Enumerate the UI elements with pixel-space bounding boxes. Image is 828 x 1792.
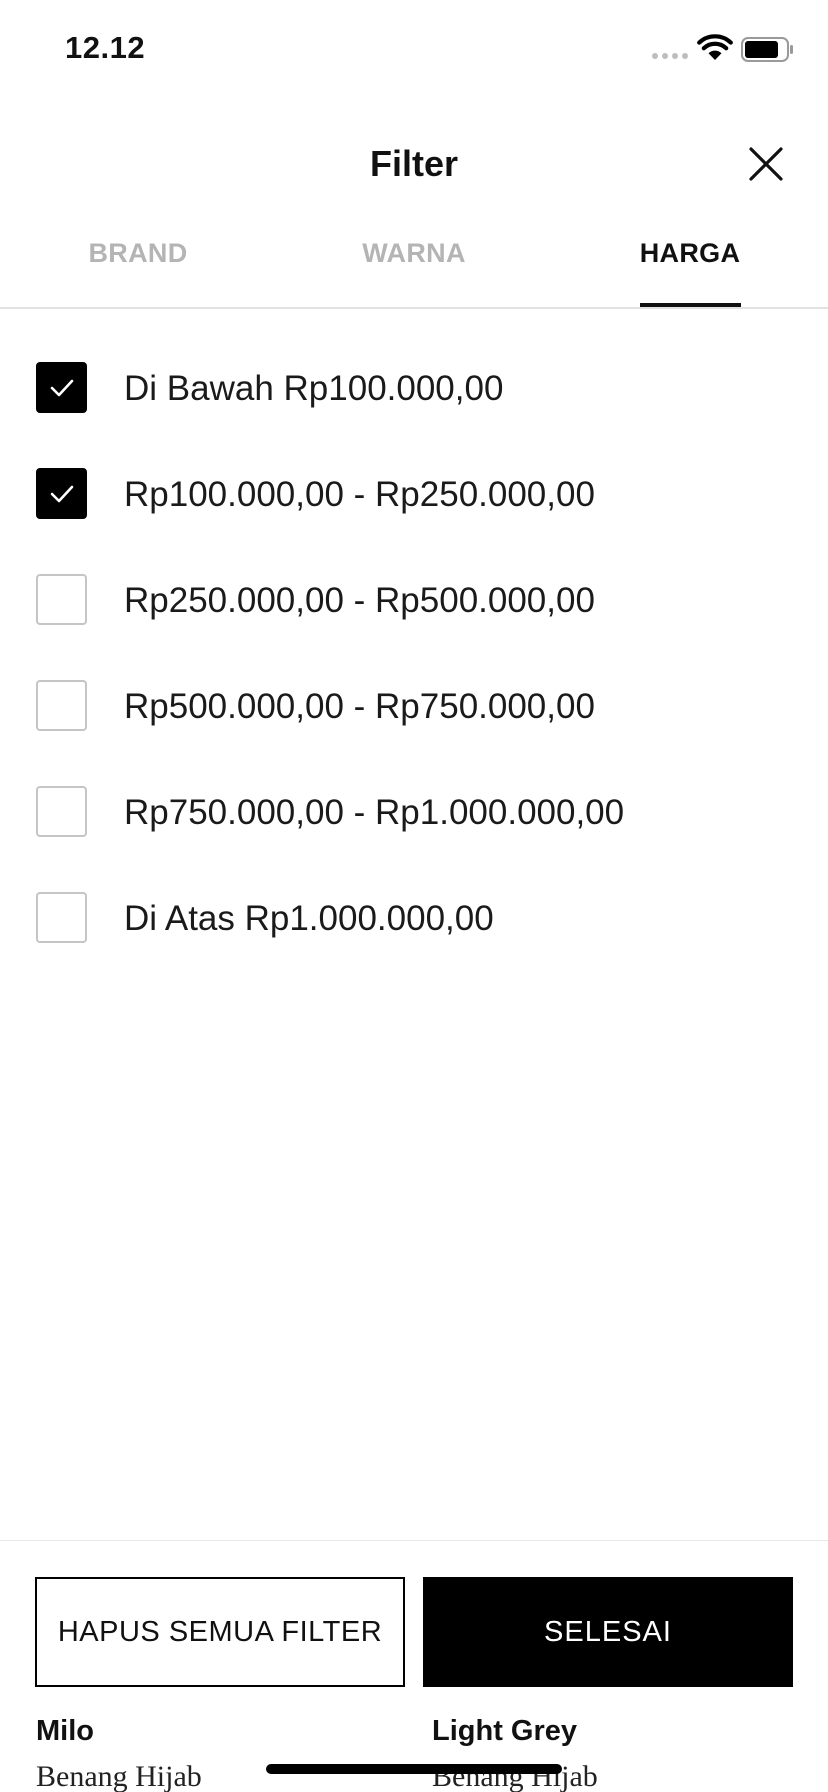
checkmark-icon	[50, 485, 74, 503]
checkbox-unchecked[interactable]	[36, 786, 87, 837]
checkbox-unchecked[interactable]	[36, 892, 87, 943]
product-name: Milo	[36, 1715, 94, 1747]
checkmark-icon	[50, 379, 74, 397]
wifi-icon	[697, 34, 733, 60]
option-label: Rp750.000,00 - Rp1.000.000,00	[124, 793, 625, 832]
active-tab-indicator	[640, 303, 741, 307]
home-indicator	[266, 1764, 562, 1774]
bottom-divider	[0, 1540, 828, 1541]
tab-warna[interactable]: WARNA	[276, 238, 552, 269]
price-option-750k-1m[interactable]: Rp750.000,00 - Rp1.000.000,00	[0, 776, 828, 846]
price-option-100k-250k[interactable]: Rp100.000,00 - Rp250.000,00	[0, 458, 828, 528]
tab-harga[interactable]: HARGA	[552, 238, 828, 269]
option-label: Di Atas Rp1.000.000,00	[124, 899, 494, 938]
filter-screen: 12.12 Filter BRAND WARNA HARGA Di Bawah …	[0, 0, 828, 1792]
checkbox-checked[interactable]	[36, 362, 87, 413]
option-label: Rp100.000,00 - Rp250.000,00	[124, 475, 595, 514]
clear-all-filters-button[interactable]: HAPUS SEMUA FILTER	[35, 1577, 405, 1687]
option-label: Rp500.000,00 - Rp750.000,00	[124, 687, 595, 726]
price-option-500k-750k[interactable]: Rp500.000,00 - Rp750.000,00	[0, 670, 828, 740]
page-title: Filter	[369, 143, 458, 184]
close-icon[interactable]	[748, 146, 784, 182]
battery-icon	[741, 37, 793, 62]
price-option-250k-500k[interactable]: Rp250.000,00 - Rp500.000,00	[0, 564, 828, 634]
product-brand: Benang Hijab	[36, 1760, 202, 1792]
product-name: Light Grey	[432, 1715, 578, 1747]
filter-tabs: BRAND WARNA HARGA	[0, 225, 828, 309]
price-option-under-100k[interactable]: Di Bawah Rp100.000,00	[0, 352, 828, 422]
option-label: Rp250.000,00 - Rp500.000,00	[124, 581, 595, 620]
price-option-above-1m[interactable]: Di Atas Rp1.000.000,00	[0, 882, 828, 952]
status-time: 12.12	[65, 30, 146, 65]
cellular-signal-icon	[652, 53, 688, 59]
option-label: Di Bawah Rp100.000,00	[124, 369, 504, 408]
done-button[interactable]: SELESAI	[423, 1577, 793, 1687]
tab-brand[interactable]: BRAND	[0, 238, 276, 269]
checkbox-checked[interactable]	[36, 468, 87, 519]
status-bar: 12.12	[0, 0, 828, 100]
checkbox-unchecked[interactable]	[36, 680, 87, 731]
checkbox-unchecked[interactable]	[36, 574, 87, 625]
